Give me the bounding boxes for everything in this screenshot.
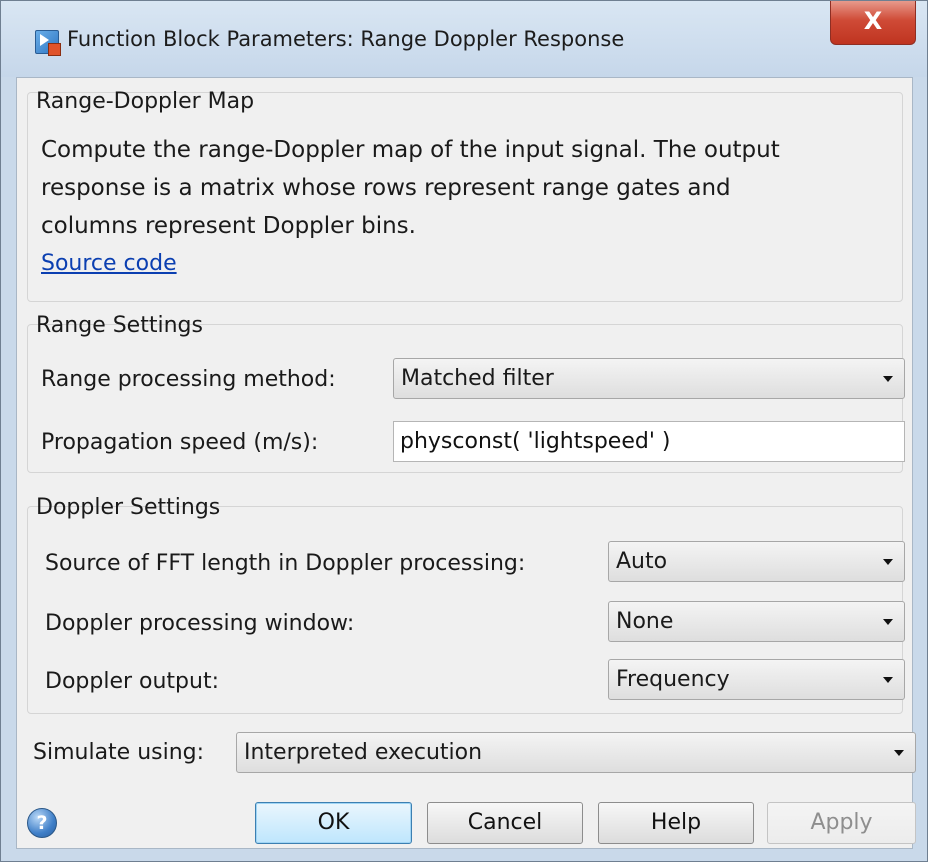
description-line-1: Compute the range-Doppler map of the inp… <box>41 137 780 163</box>
window-title: Function Block Parameters: Range Doppler… <box>67 27 625 51</box>
simulate-using-dropdown[interactable]: Interpreted execution <box>236 732 916 773</box>
chevron-down-icon <box>883 677 893 683</box>
chevron-down-icon <box>883 559 893 565</box>
propagation-speed-input[interactable]: physconst( 'lightspeed' ) <box>393 421 905 462</box>
apply-button[interactable]: Apply <box>767 802 916 844</box>
doppler-settings-group-title: Doppler Settings <box>36 495 221 520</box>
fft-length-source-label: Source of FFT length in Doppler processi… <box>45 551 526 576</box>
doppler-settings-group: Doppler Settings Source of FFT length in… <box>27 495 905 714</box>
title-bar[interactable]: Function Block Parameters: Range Doppler… <box>1 1 927 77</box>
chevron-down-icon <box>883 619 893 625</box>
ok-button[interactable]: OK <box>255 802 412 844</box>
help-button[interactable]: Help <box>598 802 754 844</box>
doppler-window-dropdown[interactable]: None <box>608 601 905 642</box>
doppler-window-value: None <box>616 609 674 634</box>
propagation-speed-label: Propagation speed (m/s): <box>41 430 319 455</box>
doppler-output-dropdown[interactable]: Frequency <box>608 659 905 700</box>
range-settings-group-title: Range Settings <box>36 313 203 338</box>
simulate-using-label: Simulate using: <box>33 740 205 765</box>
range-doppler-map-group: Range-Doppler Map Compute the range-Dopp… <box>27 89 903 302</box>
dialog-client-area: Range-Doppler Map Compute the range-Dopp… <box>16 77 916 849</box>
range-processing-method-label: Range processing method: <box>41 367 336 392</box>
simulate-using-value: Interpreted execution <box>244 740 483 765</box>
block-description: Compute the range-Doppler map of the inp… <box>41 131 881 245</box>
chevron-down-icon <box>894 750 904 756</box>
description-line-3: columns represent Doppler bins. <box>41 213 416 239</box>
range-settings-group: Range Settings Range processing method: … <box>27 313 905 473</box>
close-button[interactable]: X <box>830 1 916 45</box>
doppler-output-value: Frequency <box>616 667 730 692</box>
source-code-link[interactable]: Source code <box>41 251 177 276</box>
simulink-block-icon <box>35 30 61 56</box>
range-processing-method-value: Matched filter <box>401 366 554 391</box>
cancel-button[interactable]: Cancel <box>427 802 583 844</box>
chevron-down-icon <box>883 376 893 382</box>
description-line-2: response is a matrix whose rows represen… <box>41 175 731 201</box>
range-processing-method-dropdown[interactable]: Matched filter <box>393 358 905 399</box>
range-doppler-map-group-title: Range-Doppler Map <box>36 89 255 114</box>
doppler-window-label: Doppler processing window: <box>45 611 355 636</box>
doppler-output-label: Doppler output: <box>45 669 219 694</box>
fft-length-source-dropdown[interactable]: Auto <box>608 541 905 582</box>
dialog-window: Function Block Parameters: Range Doppler… <box>0 0 928 862</box>
help-question-icon[interactable]: ? <box>27 808 57 838</box>
fft-length-source-value: Auto <box>616 549 668 574</box>
